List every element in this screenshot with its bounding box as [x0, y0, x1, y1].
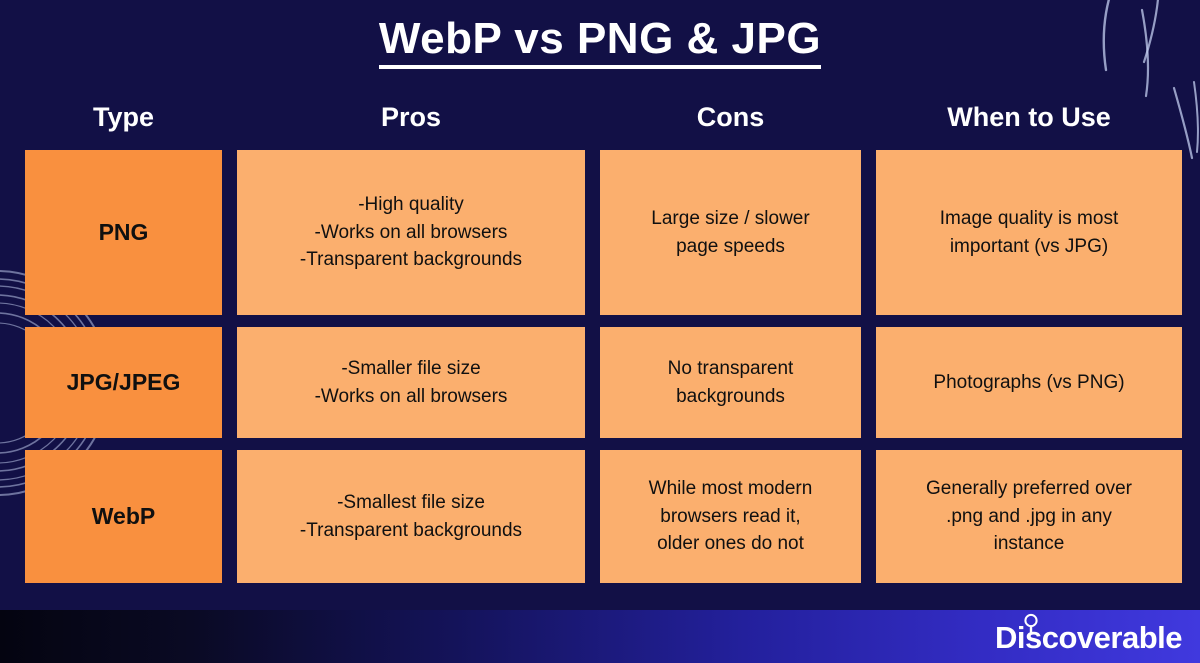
cell-line: Generally preferred over [926, 478, 1132, 500]
table-row: PNG -High quality -Works on all browsers… [25, 150, 1182, 315]
column-gap [222, 327, 237, 438]
cell-cons: Large size / slower page speeds [600, 150, 861, 315]
cell-type: PNG [25, 150, 222, 315]
cell-cons: While most modern browsers read it, olde… [600, 450, 861, 583]
slide-title: WebP vs PNG & JPG [0, 14, 1200, 70]
column-gap [585, 150, 600, 315]
cell-line: instance [993, 533, 1065, 555]
column-header-pros: Pros [380, 101, 442, 132]
column-gap [585, 327, 600, 438]
cell-line: older ones do not [657, 533, 804, 555]
column-gap [585, 450, 600, 583]
cell-line: -Works on all browsers [314, 385, 508, 407]
cell-line: .png and .jpg in any [946, 505, 1112, 527]
cell-cons: No transparent backgrounds [600, 327, 861, 438]
cell-line: page speeds [676, 235, 785, 257]
cell-line: -High quality [358, 194, 464, 216]
cell-pros: -Smallest file size -Transparent backgro… [237, 450, 585, 583]
column-gap [861, 150, 876, 315]
column-header-when-to-use: When to Use [947, 101, 1111, 132]
cell-line: -Transparent backgrounds [299, 519, 523, 541]
cell-line: Image quality is most [939, 207, 1119, 229]
comparison-table: Type Pros Cons When to Use PNG -High qua… [25, 84, 1182, 595]
table-header-row: Type Pros Cons When to Use [25, 84, 1182, 150]
magnifier-icon [1024, 613, 1038, 634]
column-gap [861, 450, 876, 583]
slide-title-text: WebP vs PNG & JPG [378, 15, 822, 70]
cell-type: WebP [25, 450, 222, 583]
cell-when-to-use: Generally preferred over .png and .jpg i… [876, 450, 1182, 583]
brand-logo: Discoverable [995, 613, 1183, 657]
column-gap [222, 150, 237, 315]
cell-line: Photographs (vs PNG) [933, 371, 1125, 393]
cell-line: important (vs JPG) [949, 235, 1109, 257]
table-row: WebP -Smallest file size -Transparent ba… [25, 450, 1182, 583]
slide-canvas: WebP vs PNG & JPG Type Pros Cons When to… [0, 0, 1200, 663]
table-row: JPG/JPEG -Smaller file size -Works on al… [25, 327, 1182, 438]
cell-when-to-use: Image quality is most important (vs JPG) [876, 150, 1182, 315]
cell-line: No transparent [667, 357, 794, 379]
cell-line: -Works on all browsers [314, 221, 508, 243]
column-header-cons: Cons [696, 101, 765, 132]
cell-pros: -Smaller file size -Works on all browser… [237, 327, 585, 438]
cell-line: backgrounds [676, 385, 785, 407]
cell-line: Large size / slower [651, 207, 810, 229]
cell-when-to-use: Photographs (vs PNG) [876, 327, 1182, 438]
cell-type: JPG/JPEG [25, 327, 222, 438]
cell-line: -Transparent backgrounds [299, 249, 523, 271]
cell-pros: -High quality -Works on all browsers -Tr… [237, 150, 585, 315]
cell-line: browsers read it, [660, 505, 801, 527]
cell-line: -Smaller file size [341, 357, 481, 379]
column-gap [222, 450, 237, 583]
column-header-type: Type [92, 101, 154, 132]
cell-line: While most modern [648, 478, 813, 500]
cell-line: -Smallest file size [337, 491, 485, 513]
column-gap [861, 327, 876, 438]
